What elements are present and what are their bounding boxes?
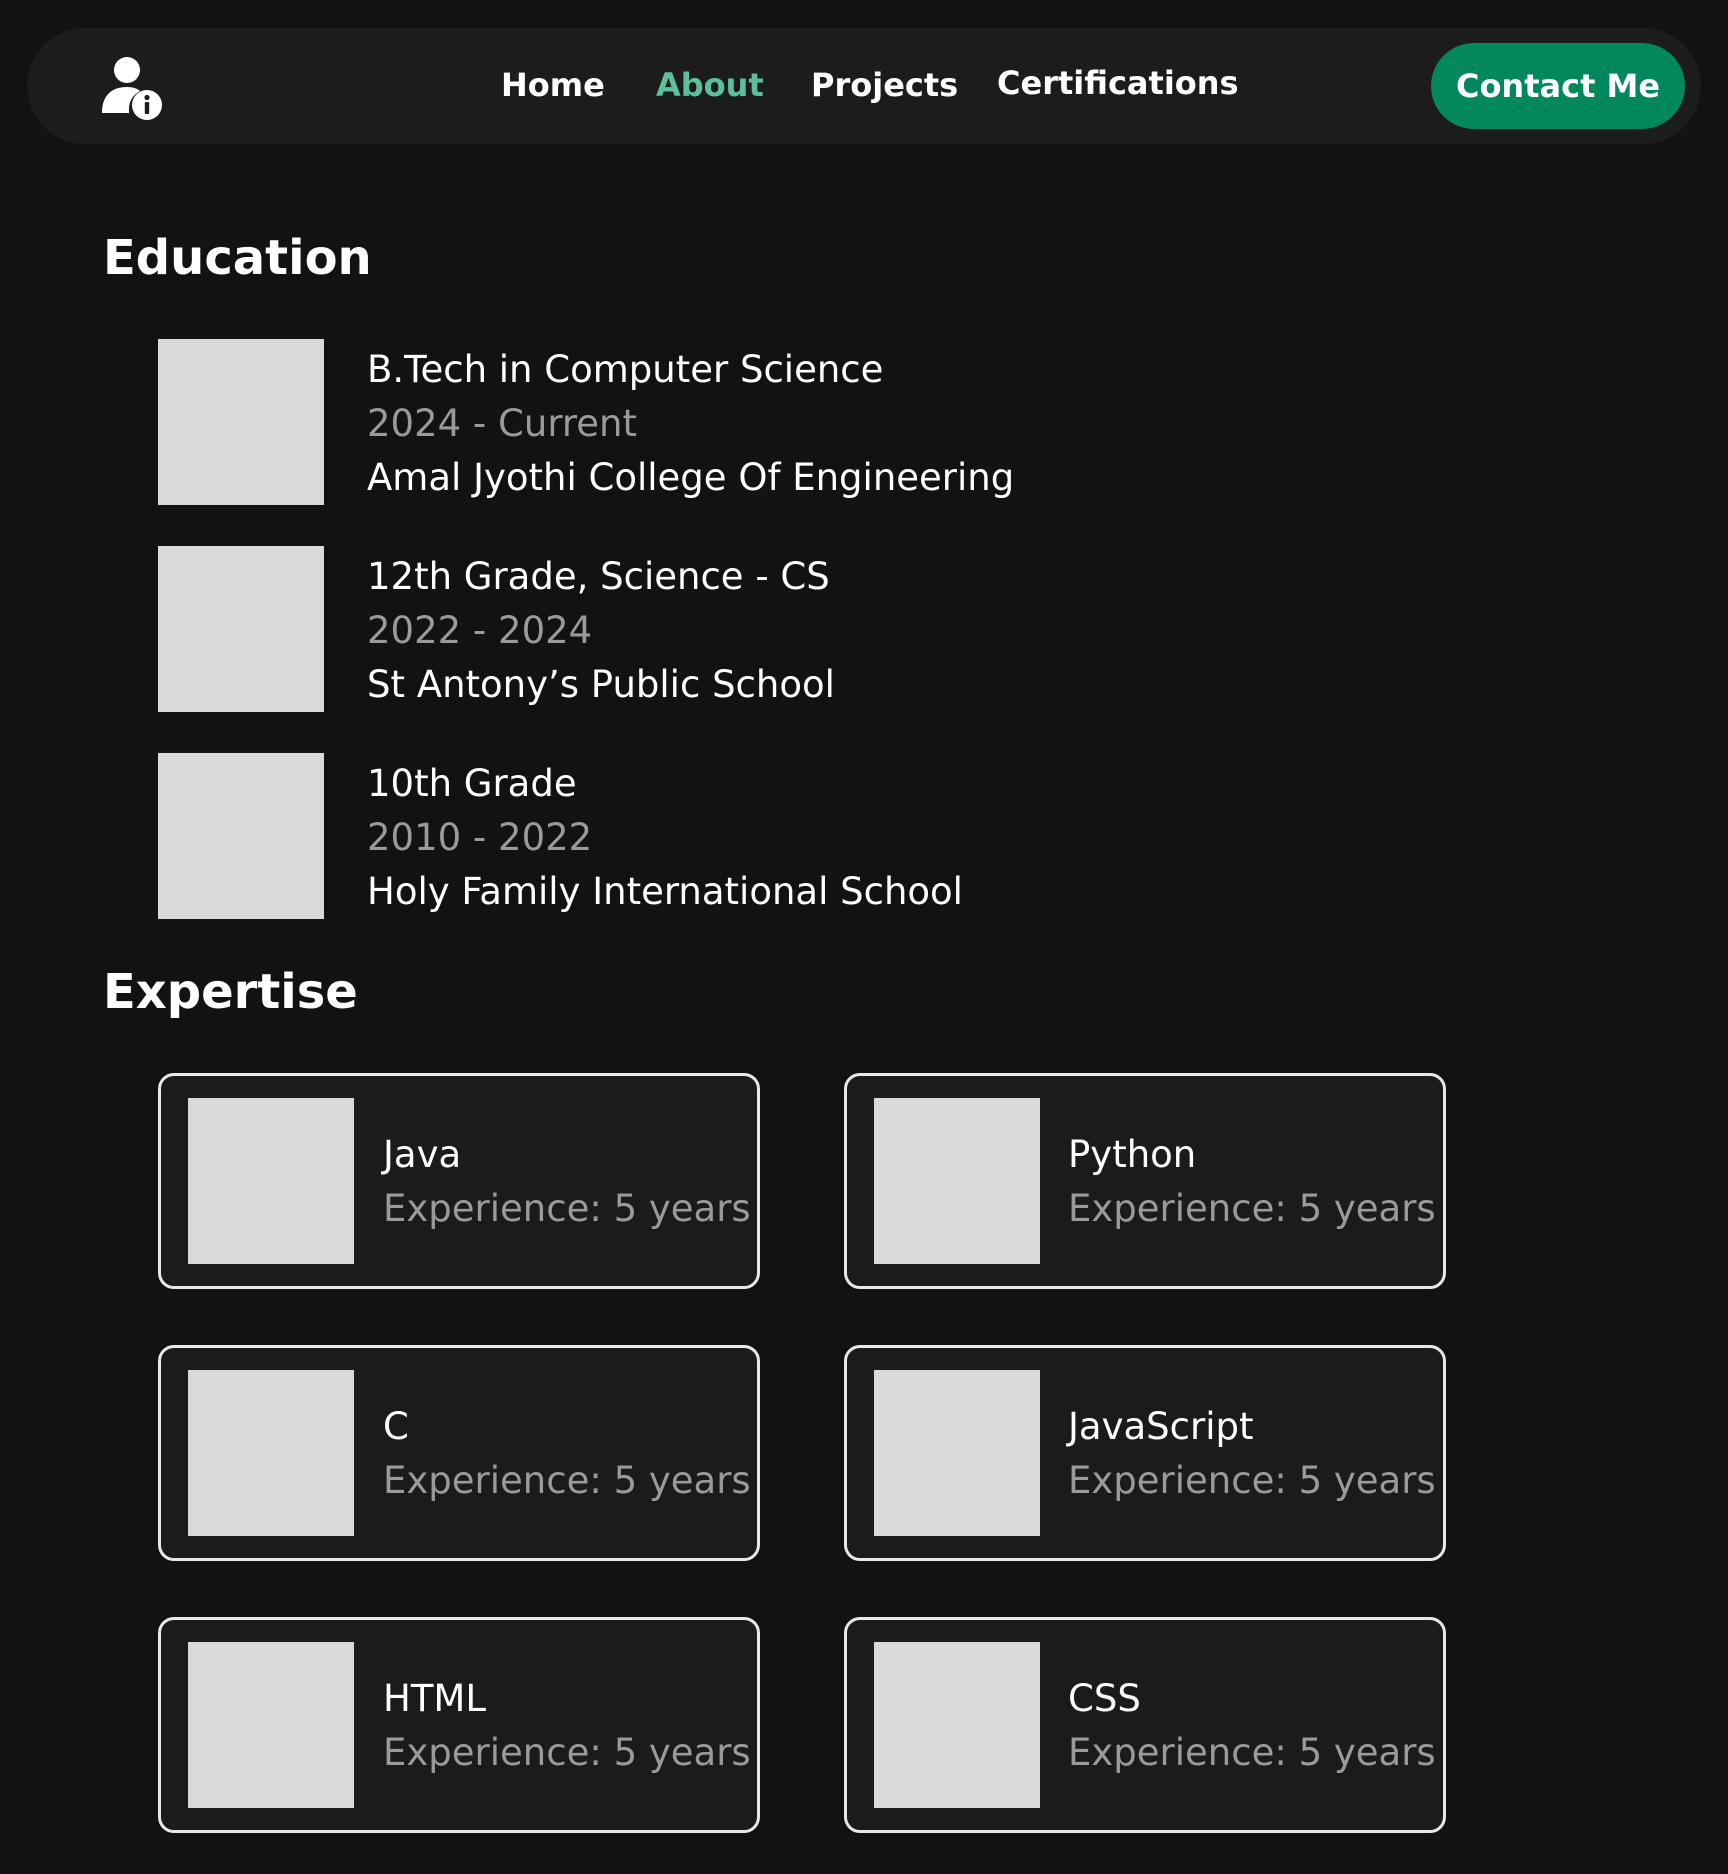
education-image-placeholder — [158, 753, 324, 919]
education-years: 2022 - 2024 — [367, 609, 593, 652]
skill-experience: Experience: 5 years — [383, 1731, 751, 1774]
nav-link-certifications[interactable]: Certifications — [997, 64, 1239, 102]
skill-name: HTML — [383, 1677, 486, 1720]
skill-details: C Experience: 5 years — [383, 1400, 751, 1508]
skill-card-css: CSS Experience: 5 years — [844, 1617, 1446, 1833]
skill-experience: Experience: 5 years — [1068, 1731, 1436, 1774]
education-details: 12th Grade, Science - CS 2022 - 2024 St … — [367, 550, 835, 712]
page: Home About Projects Certifications Conta… — [0, 0, 1728, 1874]
education-years: 2010 - 2022 — [367, 816, 593, 859]
skill-image-placeholder — [874, 1642, 1040, 1808]
skill-name: Java — [383, 1133, 462, 1176]
skill-details: JavaScript Experience: 5 years — [1068, 1400, 1436, 1508]
education-item: B.Tech in Computer Science 2024 - Curren… — [158, 339, 1158, 505]
education-details: B.Tech in Computer Science 2024 - Curren… — [367, 343, 1014, 505]
education-degree: 12th Grade, Science - CS — [367, 555, 830, 598]
skill-name: JavaScript — [1068, 1405, 1254, 1448]
education-heading: Education — [103, 230, 372, 286]
skill-experience: Experience: 5 years — [1068, 1187, 1436, 1230]
expertise-heading: Expertise — [103, 964, 358, 1020]
skill-details: CSS Experience: 5 years — [1068, 1672, 1436, 1780]
skill-image-placeholder — [188, 1370, 354, 1536]
skill-experience: Experience: 5 years — [383, 1187, 751, 1230]
skill-details: Python Experience: 5 years — [1068, 1128, 1436, 1236]
navbar: Home About Projects Certifications Conta… — [27, 28, 1701, 144]
skill-name: C — [383, 1405, 409, 1448]
skill-details: HTML Experience: 5 years — [383, 1672, 751, 1780]
skill-card-java: Java Experience: 5 years — [158, 1073, 760, 1289]
skill-image-placeholder — [188, 1098, 354, 1264]
education-image-placeholder — [158, 546, 324, 712]
skill-image-placeholder — [874, 1098, 1040, 1264]
nav-link-about[interactable]: About — [656, 66, 764, 104]
education-school: Amal Jyothi College Of Engineering — [367, 456, 1015, 499]
education-details: 10th Grade 2010 - 2022 Holy Family Inter… — [367, 757, 963, 919]
skill-card-python: Python Experience: 5 years — [844, 1073, 1446, 1289]
education-item: 10th Grade 2010 - 2022 Holy Family Inter… — [158, 753, 1158, 919]
education-years: 2024 - Current — [367, 402, 638, 445]
skill-details: Java Experience: 5 years — [383, 1128, 751, 1236]
education-degree: B.Tech in Computer Science — [367, 348, 884, 391]
education-school: Holy Family International School — [367, 870, 963, 913]
skill-image-placeholder — [188, 1642, 354, 1808]
education-image-placeholder — [158, 339, 324, 505]
skill-name: Python — [1068, 1133, 1197, 1176]
education-school: St Antony’s Public School — [367, 663, 835, 706]
nav-link-projects[interactable]: Projects — [811, 66, 958, 104]
skill-card-html: HTML Experience: 5 years — [158, 1617, 760, 1833]
skill-experience: Experience: 5 years — [383, 1459, 751, 1502]
education-item: 12th Grade, Science - CS 2022 - 2024 St … — [158, 546, 1158, 712]
skill-card-c: C Experience: 5 years — [158, 1345, 760, 1561]
skill-card-javascript: JavaScript Experience: 5 years — [844, 1345, 1446, 1561]
contact-me-button[interactable]: Contact Me — [1431, 43, 1685, 129]
skill-image-placeholder — [874, 1370, 1040, 1536]
skill-experience: Experience: 5 years — [1068, 1459, 1436, 1502]
education-degree: 10th Grade — [367, 762, 577, 805]
nav-link-home[interactable]: Home — [501, 66, 605, 104]
skill-name: CSS — [1068, 1677, 1141, 1720]
